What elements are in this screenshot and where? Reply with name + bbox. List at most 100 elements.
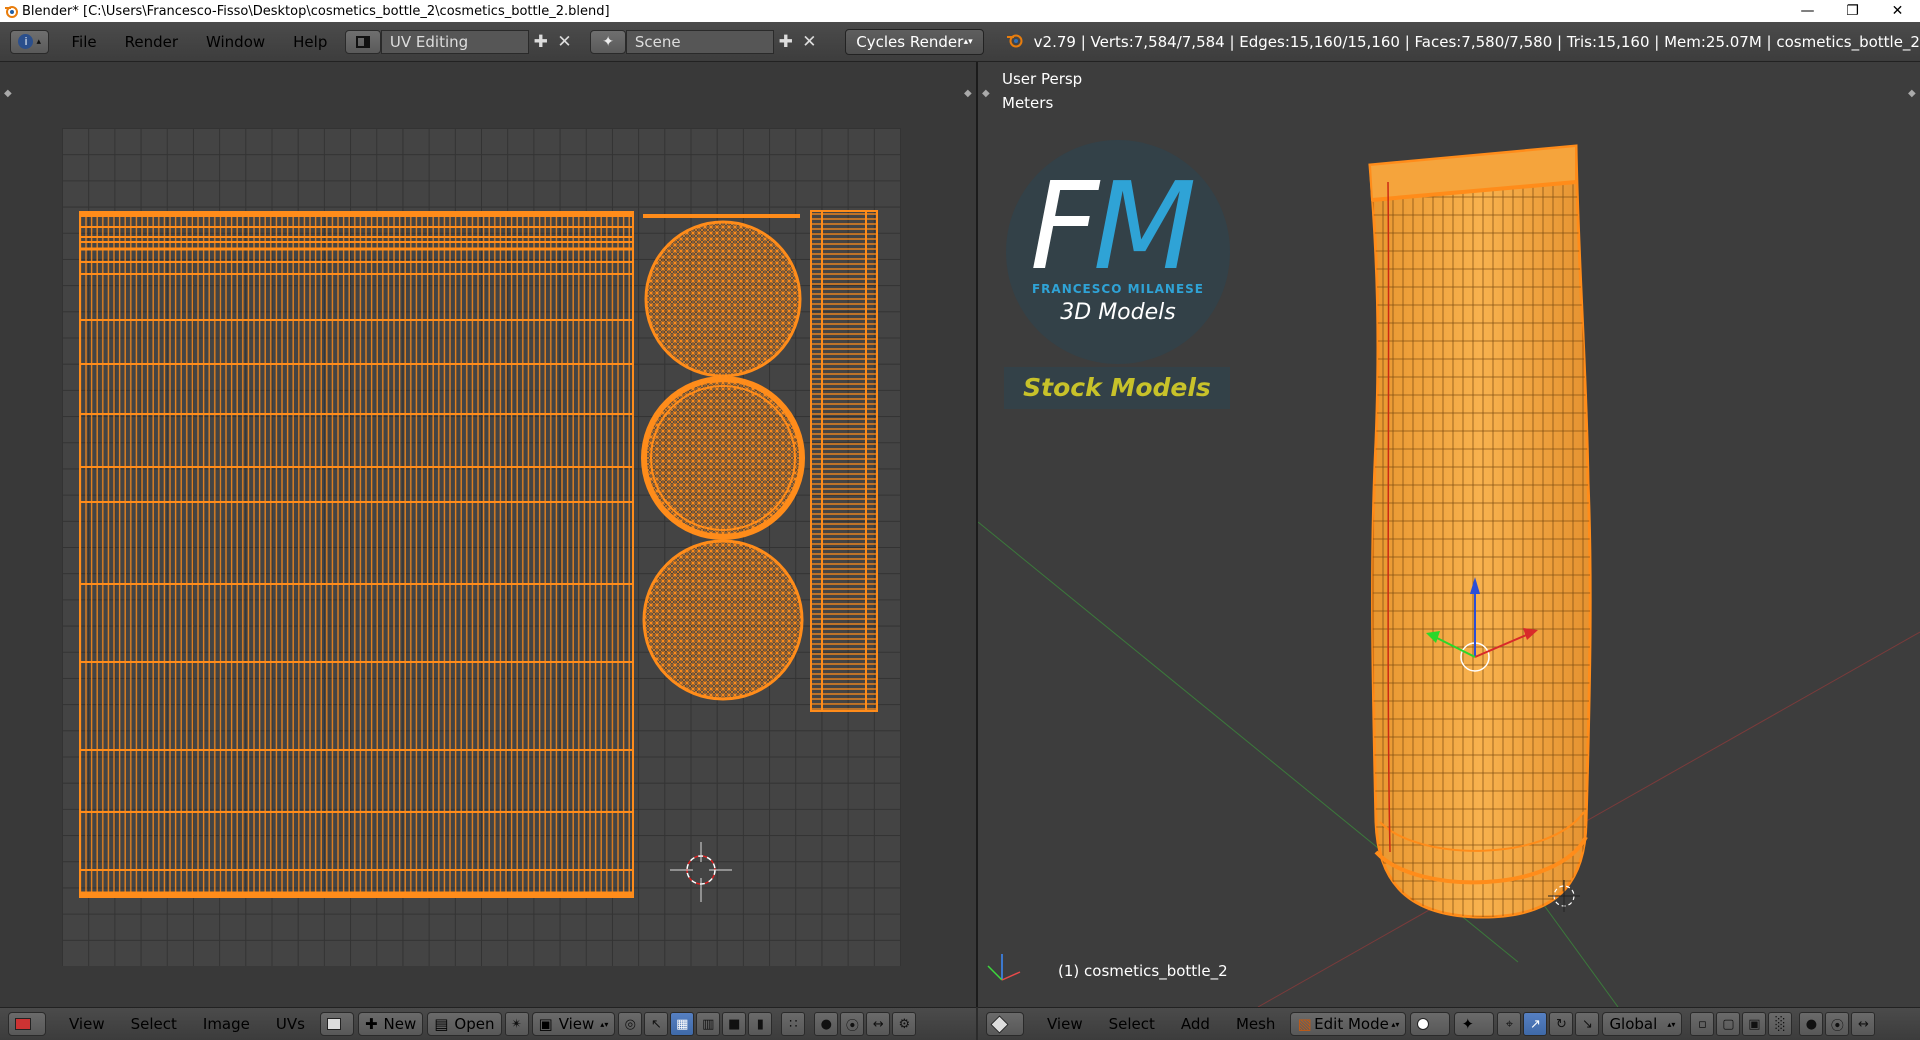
axis-indicator: [987, 954, 1021, 981]
editor-type-button[interactable]: [8, 1012, 46, 1036]
layout-grid-icon: [356, 35, 371, 48]
new-image-button[interactable]: ✚ New: [357, 1012, 424, 1036]
watermark-brand-name: FRANCESCO MILANESE: [1031, 282, 1205, 296]
pin-icon[interactable]: ✴: [504, 1012, 529, 1036]
mode-label: Edit Mode: [1314, 1015, 1389, 1033]
3d-menu-view[interactable]: View: [1034, 1015, 1096, 1033]
viewport-shading-dropdown[interactable]: [1410, 1012, 1451, 1036]
view-mode-dropdown[interactable]: ▣ View ▴▾: [531, 1012, 616, 1036]
updown-arrows-icon: ▴: [36, 36, 41, 47]
solid-shading-icon: [1417, 1018, 1430, 1030]
render-engine-dropdown[interactable]: Cycles Render ▴▾: [845, 28, 984, 55]
pivot-icon[interactable]: ◎: [618, 1012, 643, 1036]
window-title: Blender* [C:\Users\Francesco-Fisso\Deskt…: [22, 3, 610, 19]
add-screen-icon[interactable]: ✚: [529, 30, 553, 54]
vertex-select-mode-icon[interactable]: ▫: [1690, 1012, 1715, 1036]
3d-menu-add[interactable]: Add: [1168, 1015, 1223, 1033]
bottle-mesh[interactable]: [1368, 144, 1592, 919]
scene-field[interactable]: Scene: [625, 29, 774, 54]
new-image-label: New: [383, 1015, 417, 1033]
snap-icon[interactable]: ⦿: [1825, 1012, 1850, 1036]
cube-icon: [990, 1014, 1009, 1034]
occlude-geometry-icon[interactable]: ░: [1768, 1012, 1793, 1036]
island-select-icon[interactable]: ▮: [748, 1012, 773, 1036]
remove-scene-icon[interactable]: ✕: [798, 30, 822, 54]
uv-menu-image[interactable]: Image: [190, 1015, 263, 1033]
menu-render[interactable]: Render: [111, 33, 192, 51]
menu-help[interactable]: Help: [279, 33, 341, 51]
uv-menu-select[interactable]: Select: [118, 1015, 190, 1033]
edge-select-mode-icon[interactable]: ▢: [1716, 1012, 1741, 1036]
uv-menu-uvs[interactable]: UVs: [263, 1015, 318, 1033]
menu-window[interactable]: Window: [192, 33, 279, 51]
watermark-stock-label: Stock Models: [1004, 367, 1230, 409]
scale-manipulator-icon[interactable]: ↘: [1575, 1012, 1600, 1036]
snap-icon[interactable]: ⦿: [840, 1012, 865, 1036]
image-icon: [326, 1018, 341, 1030]
scene-icon: ✦: [602, 33, 614, 50]
edit-mode-icon: ▧: [1297, 1015, 1312, 1033]
screen-layout-field[interactable]: UV Editing: [380, 29, 529, 54]
edge-select-icon[interactable]: ▥: [696, 1012, 721, 1036]
manipulator-toggle-icon[interactable]: ⌖: [1497, 1012, 1522, 1036]
screen-layout-browse-button[interactable]: [345, 29, 381, 54]
3d-menu-mesh[interactable]: Mesh: [1223, 1015, 1289, 1033]
view-mode-icon: ▣: [538, 1015, 553, 1033]
uv-island-side-strip[interactable]: [810, 210, 878, 712]
open-image-button[interactable]: ▤ Open: [427, 1012, 502, 1036]
editor-type-info-button[interactable]: i ▴: [10, 29, 50, 54]
add-scene-icon[interactable]: ✚: [774, 30, 798, 54]
uv-island-body[interactable]: [79, 211, 634, 898]
proportional-edit-icon[interactable]: ●: [814, 1012, 839, 1036]
translate-manipulator-icon[interactable]: ↗: [1523, 1012, 1548, 1036]
active-object-label: (1) cosmetics_bottle_2: [1058, 962, 1228, 980]
mode-dropdown[interactable]: ▧ Edit Mode ▴▾: [1290, 1012, 1407, 1036]
folder-icon: ▤: [434, 1015, 449, 1033]
info-header: i ▴ File Render Window Help UV Editing ✚…: [0, 22, 1920, 62]
sync-selection-icon[interactable]: ↖: [644, 1012, 669, 1036]
watermark-tagline: 3D Models: [1060, 300, 1176, 325]
uv-island-bottom[interactable]: [642, 539, 804, 701]
plus-icon: ✚: [364, 1015, 378, 1033]
dropdown-arrows-icon: ▴▾: [963, 36, 973, 47]
remove-screen-icon[interactable]: ✕: [553, 30, 577, 54]
uv-map-islands[interactable]: [0, 62, 976, 1007]
proportional-edit-icon[interactable]: ●: [1799, 1012, 1824, 1036]
pivot-point-dropdown[interactable]: ✦: [1454, 1012, 1495, 1036]
watermark-monogram: FM: [1030, 158, 1197, 297]
face-select-icon[interactable]: ■: [722, 1012, 747, 1036]
minimize-button[interactable]: —: [1785, 0, 1830, 22]
pivot-icon: ✦: [1461, 1015, 1475, 1033]
image-browse-button[interactable]: [319, 1012, 354, 1036]
window-titlebar: Blender* [C:\Users\Francesco-Fisso\Deskt…: [0, 0, 1920, 22]
scene-browse-button[interactable]: ✦: [590, 29, 626, 54]
uv-editor-header: View Select Image UVs ✚ New ▤ Open ✴ ▣ V…: [0, 1007, 976, 1040]
y-axis-line: [1537, 896, 1619, 1007]
info-icon: i: [18, 34, 34, 49]
face-select-mode-icon[interactable]: ▣: [1742, 1012, 1767, 1036]
view-mode-label: View: [558, 1015, 595, 1033]
3d-menu-select[interactable]: Select: [1096, 1015, 1168, 1033]
transform-orientation-dropdown[interactable]: Global ▴▾: [1602, 1012, 1683, 1036]
3d-view-header: View Select Add Mesh ▧ Edit Mode ▴▾ ✦ ⌖ …: [978, 1007, 1920, 1040]
open-image-label: Open: [454, 1015, 495, 1033]
paint-icon[interactable]: ⚙: [892, 1012, 917, 1036]
maximize-button[interactable]: ❐: [1830, 0, 1875, 22]
dropdown-arrows-icon: ▴▾: [1667, 1019, 1676, 1029]
uv-island-cap-ring[interactable]: [641, 376, 805, 540]
sticky-mode-icon[interactable]: ∷: [781, 1012, 806, 1036]
orientation-label: Global: [1609, 1015, 1658, 1033]
snap-element-icon[interactable]: ↔: [1851, 1012, 1876, 1036]
uv-editor-icon: [15, 1018, 31, 1030]
editor-type-3dview-button[interactable]: [986, 1012, 1024, 1036]
uv-2d-cursor[interactable]: [670, 842, 732, 902]
close-button[interactable]: ✕: [1875, 0, 1920, 22]
snap-element-icon[interactable]: ↔: [866, 1012, 891, 1036]
uv-image-editor[interactable]: ◆ ◆: [0, 62, 976, 1007]
dropdown-arrows-icon: ▴▾: [1391, 1019, 1400, 1029]
menu-file[interactable]: File: [57, 33, 110, 51]
uv-island-cap-top[interactable]: [644, 220, 802, 378]
uv-menu-view[interactable]: View: [56, 1015, 118, 1033]
vertex-select-icon[interactable]: ▦: [670, 1012, 695, 1036]
rotate-manipulator-icon[interactable]: ↻: [1549, 1012, 1574, 1036]
